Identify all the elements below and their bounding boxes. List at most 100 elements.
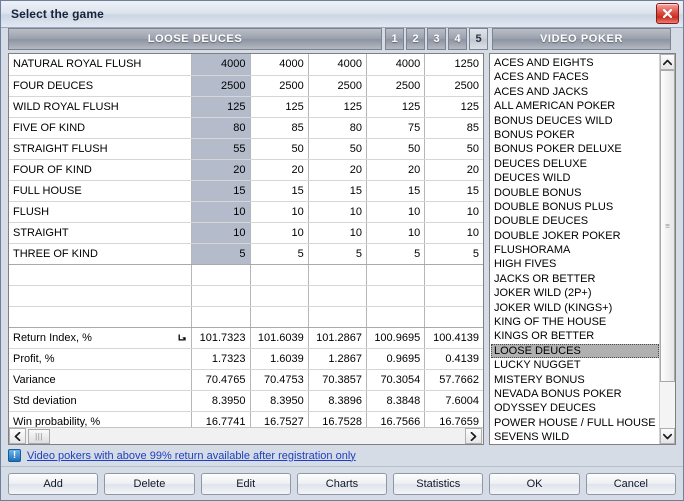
- list-item[interactable]: KING OF THE HOUSE: [491, 315, 659, 329]
- list-item[interactable]: LOOSE DEUCES: [491, 343, 659, 359]
- pay-value: 10: [191, 222, 251, 244]
- list-item[interactable]: ACES AND FACES: [491, 70, 659, 84]
- delete-button[interactable]: Delete: [104, 472, 195, 495]
- list-item[interactable]: DOUBLE BONUS: [491, 186, 659, 200]
- table-row[interactable]: FULL HOUSE 15 15 15 15 15: [9, 180, 483, 202]
- paytable-tab-5[interactable]: 5: [469, 28, 488, 50]
- list-item[interactable]: POWER HOUSE / FULL HOUSE: [491, 416, 659, 430]
- pay-value: 4000: [250, 54, 309, 76]
- stat-label-cell: Return Index, %: [9, 327, 193, 349]
- list-item[interactable]: ODYSSEY DEUCES: [491, 401, 659, 415]
- charts-button[interactable]: Charts: [296, 472, 388, 495]
- pay-value: 10: [308, 201, 367, 223]
- pay-value: 15: [191, 180, 251, 202]
- paytable-tab-2[interactable]: 2: [406, 28, 425, 50]
- list-item[interactable]: BONUS POKER: [491, 128, 659, 142]
- pay-value: 5: [308, 243, 367, 265]
- cancel-button[interactable]: Cancel: [585, 472, 676, 495]
- stat-value: 16.7528: [308, 411, 367, 427]
- list-item[interactable]: FLUSHORAMA: [491, 243, 659, 257]
- scroll-down-button[interactable]: [660, 428, 675, 444]
- list-item[interactable]: BONUS DEUCES WILD: [491, 114, 659, 128]
- table-row[interactable]: FLUSH 10 10 10 10 10: [9, 201, 483, 223]
- pay-value: 5: [424, 243, 483, 265]
- table-row[interactable]: FIVE OF KIND 80 85 80 75 85: [9, 117, 483, 139]
- close-button[interactable]: [656, 3, 679, 24]
- table-row[interactable]: WILD ROYAL FLUSH 125 125 125 125 125: [9, 96, 483, 118]
- table-row[interactable]: NATURAL ROYAL FLUSH 4000 4000 4000 4000 …: [9, 54, 483, 76]
- empty-cell: [424, 264, 483, 286]
- registration-info-link[interactable]: Video pokers with above 99% return avail…: [27, 450, 356, 462]
- empty-cell: [424, 306, 483, 328]
- empty-cell: [250, 306, 309, 328]
- paytable-tab-3[interactable]: 3: [427, 28, 446, 50]
- add-button[interactable]: Add: [8, 472, 99, 495]
- horizontal-scrollbar[interactable]: |||: [9, 427, 483, 444]
- stat-label: Profit, %: [9, 348, 193, 370]
- stat-value: 16.7527: [250, 411, 309, 427]
- table-row[interactable]: STRAIGHT 10 10 10 10 10: [9, 222, 483, 244]
- pay-value: 2500: [424, 75, 483, 97]
- list-item[interactable]: NEVADA BONUS POKER: [491, 387, 659, 401]
- table-row[interactable]: Std deviation 8.3950 8.3950 8.3896 8.384…: [9, 390, 483, 412]
- list-item[interactable]: SEVENS WILD: [491, 430, 659, 444]
- list-item[interactable]: DEUCES DELUXE: [491, 157, 659, 171]
- list-item[interactable]: DEUCES WILD: [491, 171, 659, 185]
- stat-value: 57.7662: [424, 369, 483, 391]
- empty-cell: [366, 264, 426, 286]
- scroll-right-icon: [470, 431, 477, 441]
- list-item[interactable]: KINGS OR BETTER: [491, 329, 659, 343]
- sort-arrow-icon[interactable]: [178, 333, 187, 342]
- scroll-grip-icon: ≡: [665, 221, 670, 231]
- horizontal-scroll-track[interactable]: [50, 428, 465, 445]
- list-item[interactable]: DOUBLE BONUS PLUS: [491, 200, 659, 214]
- ok-button[interactable]: OK: [489, 472, 580, 495]
- edit-button[interactable]: Edit: [200, 472, 291, 495]
- stat-value: 70.3054: [366, 369, 426, 391]
- vertical-scrollbar[interactable]: ≡: [659, 54, 675, 444]
- table-row[interactable]: Win probability, % 16.7741 16.7527 16.75…: [9, 411, 483, 427]
- list-item[interactable]: BONUS POKER DELUXE: [491, 142, 659, 156]
- list-item[interactable]: ALL AMERICAN POKER: [491, 99, 659, 113]
- list-item[interactable]: DOUBLE DEUCES: [491, 214, 659, 228]
- scroll-left-button[interactable]: [9, 428, 26, 444]
- table-row[interactable]: THREE OF KIND 5 5 5 5 5: [9, 243, 483, 265]
- table-row[interactable]: FOUR DEUCES 2500 2500 2500 2500 2500: [9, 75, 483, 97]
- stat-value: 70.4765: [191, 369, 251, 391]
- scroll-up-button[interactable]: [660, 54, 675, 70]
- empty-cell: [308, 285, 367, 307]
- pay-value: 4000: [366, 54, 426, 76]
- pay-value: 1250: [424, 54, 483, 76]
- list-item[interactable]: LUCKY NUGGET: [491, 358, 659, 372]
- list-item[interactable]: JACKS OR BETTER: [491, 272, 659, 286]
- pay-value: 20: [424, 159, 483, 181]
- list-item[interactable]: HIGH FIVES: [491, 257, 659, 271]
- stat-label: Variance: [9, 369, 193, 391]
- paytable-grid[interactable]: NATURAL ROYAL FLUSH 4000 4000 4000 4000 …: [9, 54, 483, 427]
- pay-value: 20: [366, 159, 426, 181]
- paytable-tab-1[interactable]: 1: [385, 28, 404, 50]
- statistics-button[interactable]: Statistics: [393, 472, 484, 495]
- list-item[interactable]: JOKER WILD (2P+): [491, 286, 659, 300]
- info-bar: ! Video pokers with above 99% return ava…: [1, 445, 683, 467]
- pay-value: 15: [250, 180, 309, 202]
- table-row[interactable]: Profit, % 1.7323 1.6039 1.2867 0.9695 0.…: [9, 348, 483, 370]
- table-row[interactable]: STRAIGHT FLUSH 55 50 50 50 50: [9, 138, 483, 160]
- empty-cell: [250, 264, 309, 286]
- pay-value: 10: [191, 201, 251, 223]
- game-list[interactable]: ACES AND EIGHTS ACES AND FACES ACES AND JA…: [490, 54, 659, 444]
- table-row[interactable]: FOUR OF KIND 20 20 20 20 20: [9, 159, 483, 181]
- vertical-scroll-track[interactable]: ≡: [660, 70, 675, 428]
- list-item[interactable]: MISTERY BONUS: [491, 373, 659, 387]
- list-item[interactable]: ACES AND EIGHTS: [491, 56, 659, 70]
- table-row[interactable]: Variance 70.4765 70.4753 70.3857 70.3054…: [9, 369, 483, 391]
- table-row[interactable]: Return Index, % 101.7323 101.6039 101.28…: [9, 327, 483, 349]
- scroll-right-button[interactable]: [465, 428, 482, 444]
- vertical-scroll-thumb[interactable]: ≡: [660, 70, 675, 382]
- list-item[interactable]: JOKER WILD (KINGS+): [491, 301, 659, 315]
- stat-value: 8.3950: [250, 390, 309, 412]
- list-item[interactable]: DOUBLE JOKER POKER: [491, 229, 659, 243]
- paytable-tab-4[interactable]: 4: [448, 28, 467, 50]
- list-item[interactable]: ACES AND JACKS: [491, 85, 659, 99]
- horizontal-scroll-thumb[interactable]: |||: [28, 428, 50, 444]
